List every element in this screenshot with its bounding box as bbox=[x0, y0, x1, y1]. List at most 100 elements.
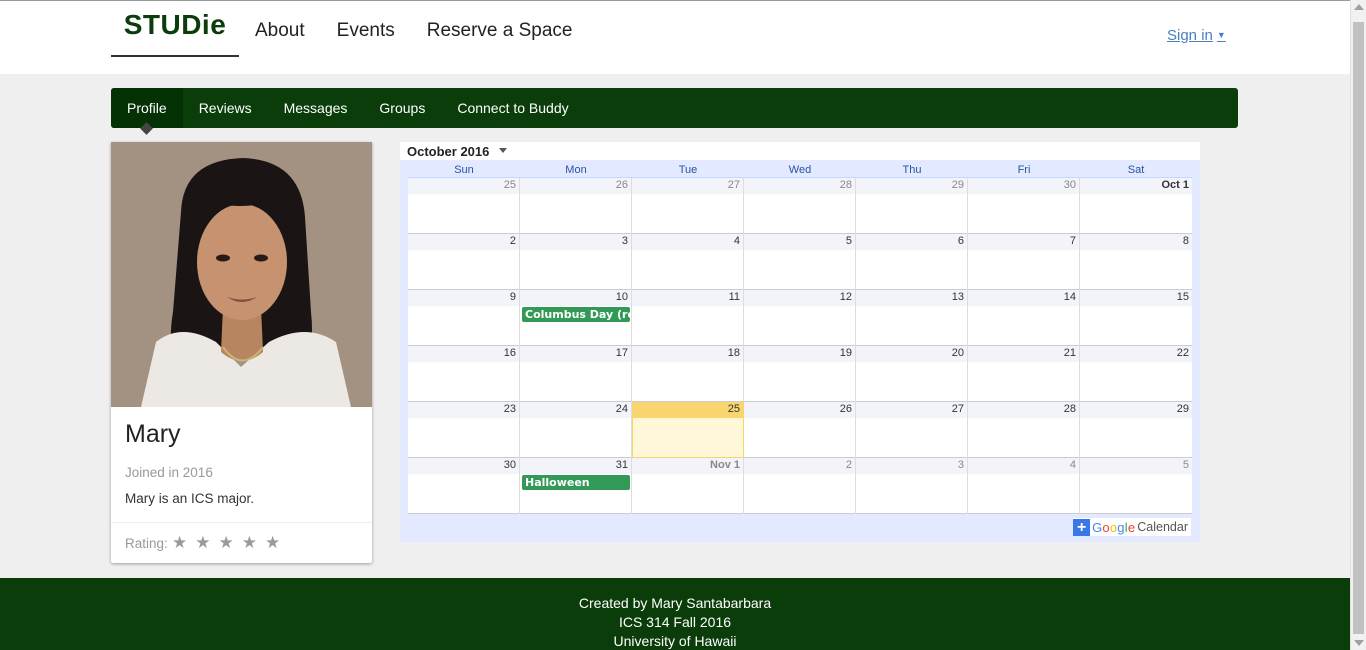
google-logo-letter[interactable]: g bbox=[1117, 520, 1124, 535]
day-number[interactable]: 26 bbox=[616, 179, 628, 191]
day-number[interactable]: 29 bbox=[1177, 403, 1189, 415]
day-number[interactable]: 27 bbox=[952, 403, 964, 415]
day-number[interactable]: 21 bbox=[1064, 347, 1076, 359]
rating-stars[interactable]: ★ ★ ★ ★ ★ bbox=[172, 533, 288, 553]
calendar-day-cell[interactable]: 8 bbox=[1080, 234, 1192, 290]
calendar-day-cell[interactable]: 26 bbox=[520, 178, 632, 234]
calendar-day-cell[interactable]: 21 bbox=[968, 346, 1080, 402]
calendar-day-cell[interactable]: 5 bbox=[1080, 458, 1192, 514]
calendar-event[interactable]: Halloween bbox=[522, 475, 630, 490]
day-number[interactable]: 27 bbox=[728, 179, 740, 191]
day-number[interactable]: 26 bbox=[840, 403, 852, 415]
calendar-day-cell[interactable]: 20 bbox=[856, 346, 968, 402]
calendar-day-cell[interactable]: 25 bbox=[408, 178, 520, 234]
star-icon[interactable]: ★ bbox=[219, 533, 234, 553]
day-number[interactable]: 25 bbox=[504, 179, 516, 191]
calendar-day-cell[interactable]: 6 bbox=[856, 234, 968, 290]
calendar-day-cell[interactable]: 27 bbox=[632, 178, 744, 234]
scroll-down-arrow-icon[interactable] bbox=[1354, 640, 1364, 646]
calendar-day-cell[interactable]: 30 bbox=[408, 458, 520, 514]
day-number[interactable]: 22 bbox=[1177, 347, 1189, 359]
calendar-day-cell[interactable]: 30 bbox=[968, 178, 1080, 234]
calendar-day-cell[interactable]: 14 bbox=[968, 290, 1080, 346]
day-number[interactable]: 8 bbox=[1183, 235, 1189, 247]
scroll-up-arrow-icon[interactable] bbox=[1354, 4, 1364, 10]
calendar-day-cell[interactable]: 3 bbox=[856, 458, 968, 514]
calendar-day-cell[interactable]: 5 bbox=[744, 234, 856, 290]
day-number[interactable]: 13 bbox=[952, 291, 964, 303]
calendar-day-cell[interactable]: 19 bbox=[744, 346, 856, 402]
calendar-day-cell[interactable]: 15 bbox=[1080, 290, 1192, 346]
tab-groups[interactable]: Groups bbox=[363, 88, 441, 128]
brand-name[interactable]: STUDie bbox=[111, 1, 239, 49]
tab-profile[interactable]: Profile bbox=[111, 88, 183, 128]
day-number[interactable]: 3 bbox=[622, 235, 628, 247]
google-logo-letter[interactable]: G bbox=[1092, 520, 1102, 535]
day-number[interactable]: 15 bbox=[1177, 291, 1189, 303]
day-number[interactable]: 20 bbox=[952, 347, 964, 359]
calendar-day-cell[interactable]: 25 bbox=[632, 402, 744, 458]
day-number[interactable]: 2 bbox=[510, 235, 516, 247]
caret-down-icon[interactable]: ▼ bbox=[1217, 30, 1226, 40]
day-number[interactable]: 4 bbox=[1070, 459, 1076, 471]
tab-messages[interactable]: Messages bbox=[268, 88, 364, 128]
calendar-day-cell[interactable]: 12 bbox=[744, 290, 856, 346]
star-icon[interactable]: ★ bbox=[242, 533, 257, 553]
day-number[interactable]: 31 bbox=[616, 459, 628, 471]
google-logo-letter[interactable]: o bbox=[1102, 520, 1109, 535]
nav-link-reserve-space[interactable]: Reserve a Space bbox=[427, 19, 573, 43]
day-number[interactable]: 18 bbox=[728, 347, 740, 359]
google-logo-letter[interactable]: e bbox=[1128, 520, 1135, 535]
tab-reviews[interactable]: Reviews bbox=[183, 88, 268, 128]
day-number[interactable]: Oct 1 bbox=[1161, 179, 1189, 191]
day-number[interactable]: 23 bbox=[504, 403, 516, 415]
day-number[interactable]: 17 bbox=[616, 347, 628, 359]
month-dropdown-icon[interactable] bbox=[499, 148, 507, 153]
calendar-day-cell[interactable]: 4 bbox=[968, 458, 1080, 514]
day-number[interactable]: 4 bbox=[734, 235, 740, 247]
day-number[interactable]: 7 bbox=[1070, 235, 1076, 247]
day-number[interactable]: 5 bbox=[846, 235, 852, 247]
calendar-day-cell[interactable]: Oct 1 bbox=[1080, 178, 1192, 234]
day-number[interactable]: 6 bbox=[958, 235, 964, 247]
page-scrollbar[interactable] bbox=[1350, 0, 1366, 650]
day-number[interactable]: Nov 1 bbox=[710, 459, 740, 471]
calendar-day-cell[interactable]: 29 bbox=[1080, 402, 1192, 458]
calendar-day-cell[interactable]: 2 bbox=[408, 234, 520, 290]
calendar-day-cell[interactable]: 2 bbox=[744, 458, 856, 514]
day-number[interactable]: 5 bbox=[1183, 459, 1189, 471]
calendar-day-cell[interactable]: 24 bbox=[520, 402, 632, 458]
calendar-day-cell[interactable]: 4 bbox=[632, 234, 744, 290]
day-number[interactable]: 25 bbox=[728, 403, 740, 415]
calendar-day-cell[interactable]: 27 bbox=[856, 402, 968, 458]
calendar-day-cell[interactable]: 28 bbox=[968, 402, 1080, 458]
calendar-event[interactable]: Columbus Day (regional holiday) bbox=[522, 307, 630, 322]
day-number[interactable]: 9 bbox=[510, 291, 516, 303]
calendar-day-cell[interactable]: 16 bbox=[408, 346, 520, 402]
calendar-word[interactable]: Calendar bbox=[1137, 520, 1188, 534]
calendar-day-cell[interactable]: Nov 1 bbox=[632, 458, 744, 514]
sign-in-label[interactable]: Sign in bbox=[1167, 27, 1213, 44]
nav-link-events[interactable]: Events bbox=[337, 19, 395, 43]
google-logo[interactable]: Google bbox=[1092, 520, 1135, 535]
day-number[interactable]: 30 bbox=[504, 459, 516, 471]
calendar-day-cell[interactable]: 31 Halloween bbox=[520, 458, 632, 514]
scroll-thumb[interactable] bbox=[1353, 22, 1364, 634]
day-number[interactable]: 12 bbox=[840, 291, 852, 303]
calendar-day-cell[interactable]: 7 bbox=[968, 234, 1080, 290]
tab-connect-to-buddy[interactable]: Connect to Buddy bbox=[441, 88, 584, 128]
google-calendar-link[interactable]: + Google Calendar bbox=[1073, 518, 1191, 536]
calendar-day-cell[interactable]: 13 bbox=[856, 290, 968, 346]
day-number[interactable]: 28 bbox=[1064, 403, 1076, 415]
day-number[interactable]: 29 bbox=[952, 179, 964, 191]
calendar-day-cell[interactable]: 17 bbox=[520, 346, 632, 402]
calendar-day-cell[interactable]: 23 bbox=[408, 402, 520, 458]
day-number[interactable]: 16 bbox=[504, 347, 516, 359]
star-icon[interactable]: ★ bbox=[195, 533, 210, 553]
brand-logo-link[interactable]: STUDie bbox=[111, 1, 239, 57]
nav-link-about[interactable]: About bbox=[255, 19, 305, 43]
calendar-day-cell[interactable]: 26 bbox=[744, 402, 856, 458]
calendar-day-cell[interactable]: 10 Columbus Day (regional holiday) bbox=[520, 290, 632, 346]
star-icon[interactable]: ★ bbox=[265, 533, 280, 553]
calendar-day-cell[interactable]: 29 bbox=[856, 178, 968, 234]
